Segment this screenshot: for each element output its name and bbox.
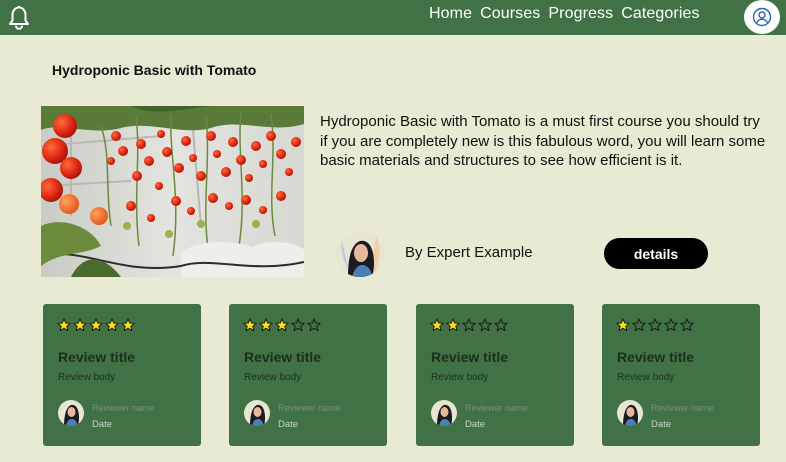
star-empty-icon xyxy=(648,318,662,332)
review-title: Review title xyxy=(244,349,322,365)
review-card: Review title Review body Reviewer name D… xyxy=(602,304,760,446)
star-empty-icon xyxy=(307,318,321,332)
review-date: Date xyxy=(465,419,486,430)
reviewer-avatar xyxy=(58,400,84,426)
star-empty-icon xyxy=(664,318,678,332)
star-empty-icon xyxy=(494,318,508,332)
course-hero-image xyxy=(41,106,304,277)
star-rating xyxy=(57,318,135,332)
review-date: Date xyxy=(651,419,672,430)
star-filled-icon xyxy=(243,318,257,332)
details-button[interactable]: details xyxy=(604,238,708,269)
review-title: Review title xyxy=(58,349,136,365)
review-card: Review title Review body Reviewer name D… xyxy=(43,304,201,446)
star-empty-icon xyxy=(291,318,305,332)
star-rating xyxy=(616,318,694,332)
star-filled-icon xyxy=(446,318,460,332)
author-name: By Expert Example xyxy=(405,244,533,261)
reviewer-name: Reviewer name xyxy=(465,403,528,413)
star-filled-icon xyxy=(259,318,273,332)
review-card: Review title Review body Reviewer name D… xyxy=(229,304,387,446)
reviewer-name: Reviewer name xyxy=(92,403,155,413)
star-empty-icon xyxy=(478,318,492,332)
star-filled-icon xyxy=(121,318,135,332)
nav-links: Home Courses Progress Categories xyxy=(429,4,700,26)
review-title: Review title xyxy=(431,349,509,365)
review-body: Review body xyxy=(244,372,302,383)
nav-categories[interactable]: Categories xyxy=(621,4,699,26)
reviewer-avatar xyxy=(431,400,457,426)
review-date: Date xyxy=(92,419,113,430)
star-empty-icon xyxy=(632,318,646,332)
review-date: Date xyxy=(278,419,299,430)
star-empty-icon xyxy=(680,318,694,332)
course-description: Hydroponic Basic with Tomato is a must f… xyxy=(320,113,766,169)
star-filled-icon xyxy=(73,318,87,332)
nav-home[interactable]: Home xyxy=(429,4,472,26)
star-rating xyxy=(243,318,321,332)
profile-button[interactable] xyxy=(744,0,780,34)
star-filled-icon xyxy=(57,318,71,332)
top-navbar: Home Courses Progress Categories xyxy=(0,0,786,35)
review-body: Review body xyxy=(431,372,489,383)
tomato-photo xyxy=(41,106,304,277)
reviewer-name: Reviewer name xyxy=(278,403,341,413)
star-filled-icon xyxy=(105,318,119,332)
page-title: Hydroponic Basic with Tomato xyxy=(52,62,257,78)
reviewer-avatar xyxy=(617,400,643,426)
review-body: Review body xyxy=(58,372,116,383)
star-empty-icon xyxy=(462,318,476,332)
star-filled-icon xyxy=(430,318,444,332)
star-filled-icon xyxy=(275,318,289,332)
star-rating xyxy=(430,318,508,332)
star-filled-icon xyxy=(616,318,630,332)
bell-icon[interactable] xyxy=(8,4,30,30)
review-card: Review title Review body Reviewer name D… xyxy=(416,304,574,446)
nav-progress[interactable]: Progress xyxy=(548,4,613,26)
review-title: Review title xyxy=(617,349,695,365)
reviewer-avatar xyxy=(244,400,270,426)
star-filled-icon xyxy=(89,318,103,332)
author-avatar xyxy=(336,231,384,277)
user-circle-icon xyxy=(752,7,772,27)
nav-courses[interactable]: Courses xyxy=(480,4,540,26)
reviewer-name: Reviewer name xyxy=(651,403,714,413)
review-body: Review body xyxy=(617,372,675,383)
